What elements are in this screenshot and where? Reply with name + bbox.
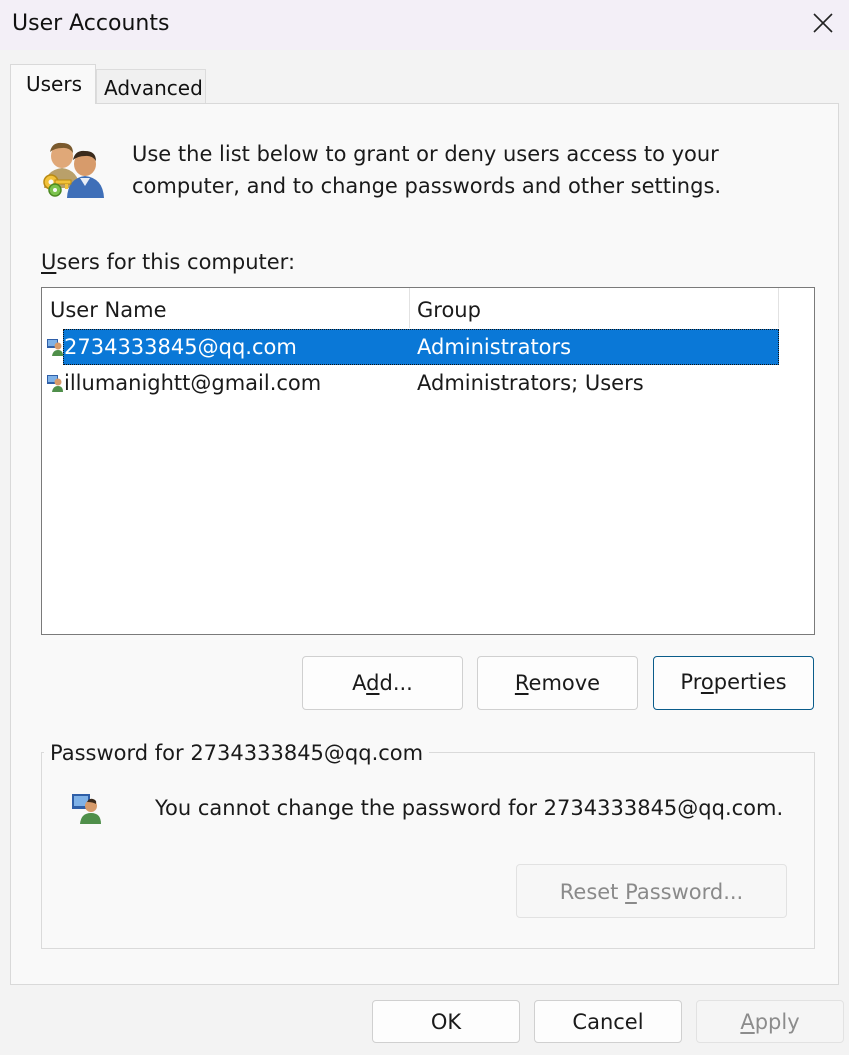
users-list-label-rest: sers for this computer: [56, 250, 296, 274]
reset-password-label-pre: Reset [559, 880, 626, 904]
window-title: User Accounts [12, 11, 170, 36]
user-icon [72, 794, 101, 824]
users-keys-icon [43, 142, 104, 198]
apply-button-label-post: pply [754, 1010, 800, 1034]
column-header-user-name[interactable]: User Name [42, 288, 410, 328]
user-name-cell: 2734333845@qq.com [64, 335, 297, 359]
table-row[interactable]: illumanightt@gmail.com Administrators; U… [42, 365, 779, 401]
password-group-title: Password for 2734333845@qq.com [44, 738, 430, 768]
reset-password-label-post: assword... [636, 880, 744, 904]
tab-users[interactable]: Users [10, 64, 96, 104]
listview-header: User Name Group [42, 288, 779, 328]
password-groupbox [41, 752, 815, 949]
properties-button-label-post: perties [713, 670, 787, 694]
tab-users-label: Users [26, 72, 83, 96]
add-button-label-accel: d [366, 671, 380, 695]
table-row[interactable]: 2734333845@qq.com Administrators [42, 329, 779, 365]
users-listview[interactable]: User Name Group 2734333845@qq.com Admini… [41, 287, 815, 635]
reset-password-button[interactable]: Reset Password... [516, 864, 787, 918]
tab-advanced-label: Advanced [104, 76, 203, 100]
user-accounts-dialog: User Accounts Users Advanced Use the lis… [0, 0, 849, 1055]
title-bar: User Accounts [0, 0, 849, 50]
password-message: You cannot change the password for 27343… [155, 796, 784, 820]
users-list-label-accel: U [41, 250, 57, 274]
close-button[interactable] [797, 0, 849, 46]
user-icon [47, 339, 63, 356]
group-cell: Administrators; Users [417, 371, 644, 395]
properties-button[interactable]: Properties [653, 656, 814, 710]
ok-button[interactable]: OK [372, 1000, 520, 1043]
remove-button-label-accel: R [514, 671, 529, 695]
remove-button[interactable]: Remove [477, 656, 638, 710]
close-icon [813, 13, 833, 33]
properties-button-label-pre: Pr [680, 670, 701, 694]
column-header-group[interactable]: Group [410, 288, 779, 328]
remove-button-label-post: emove [528, 671, 601, 695]
add-button-label-pre: A [352, 671, 367, 695]
cancel-button[interactable]: Cancel [534, 1000, 682, 1043]
reset-password-label-accel: P [625, 880, 637, 904]
user-name-cell: illumanightt@gmail.com [64, 371, 322, 395]
properties-button-label-accel: o [700, 670, 714, 694]
user-icon [47, 375, 63, 392]
add-button-label-post: d... [379, 671, 413, 695]
intro-text: Use the list below to grant or deny user… [132, 142, 722, 198]
apply-button-label-accel: A [740, 1010, 755, 1034]
tab-advanced[interactable]: Advanced [96, 69, 206, 103]
add-button[interactable]: Add... [302, 656, 463, 710]
apply-button[interactable]: Apply [696, 1000, 844, 1043]
users-list-label: Users for this computer: [41, 248, 295, 276]
group-cell: Administrators [417, 335, 572, 359]
